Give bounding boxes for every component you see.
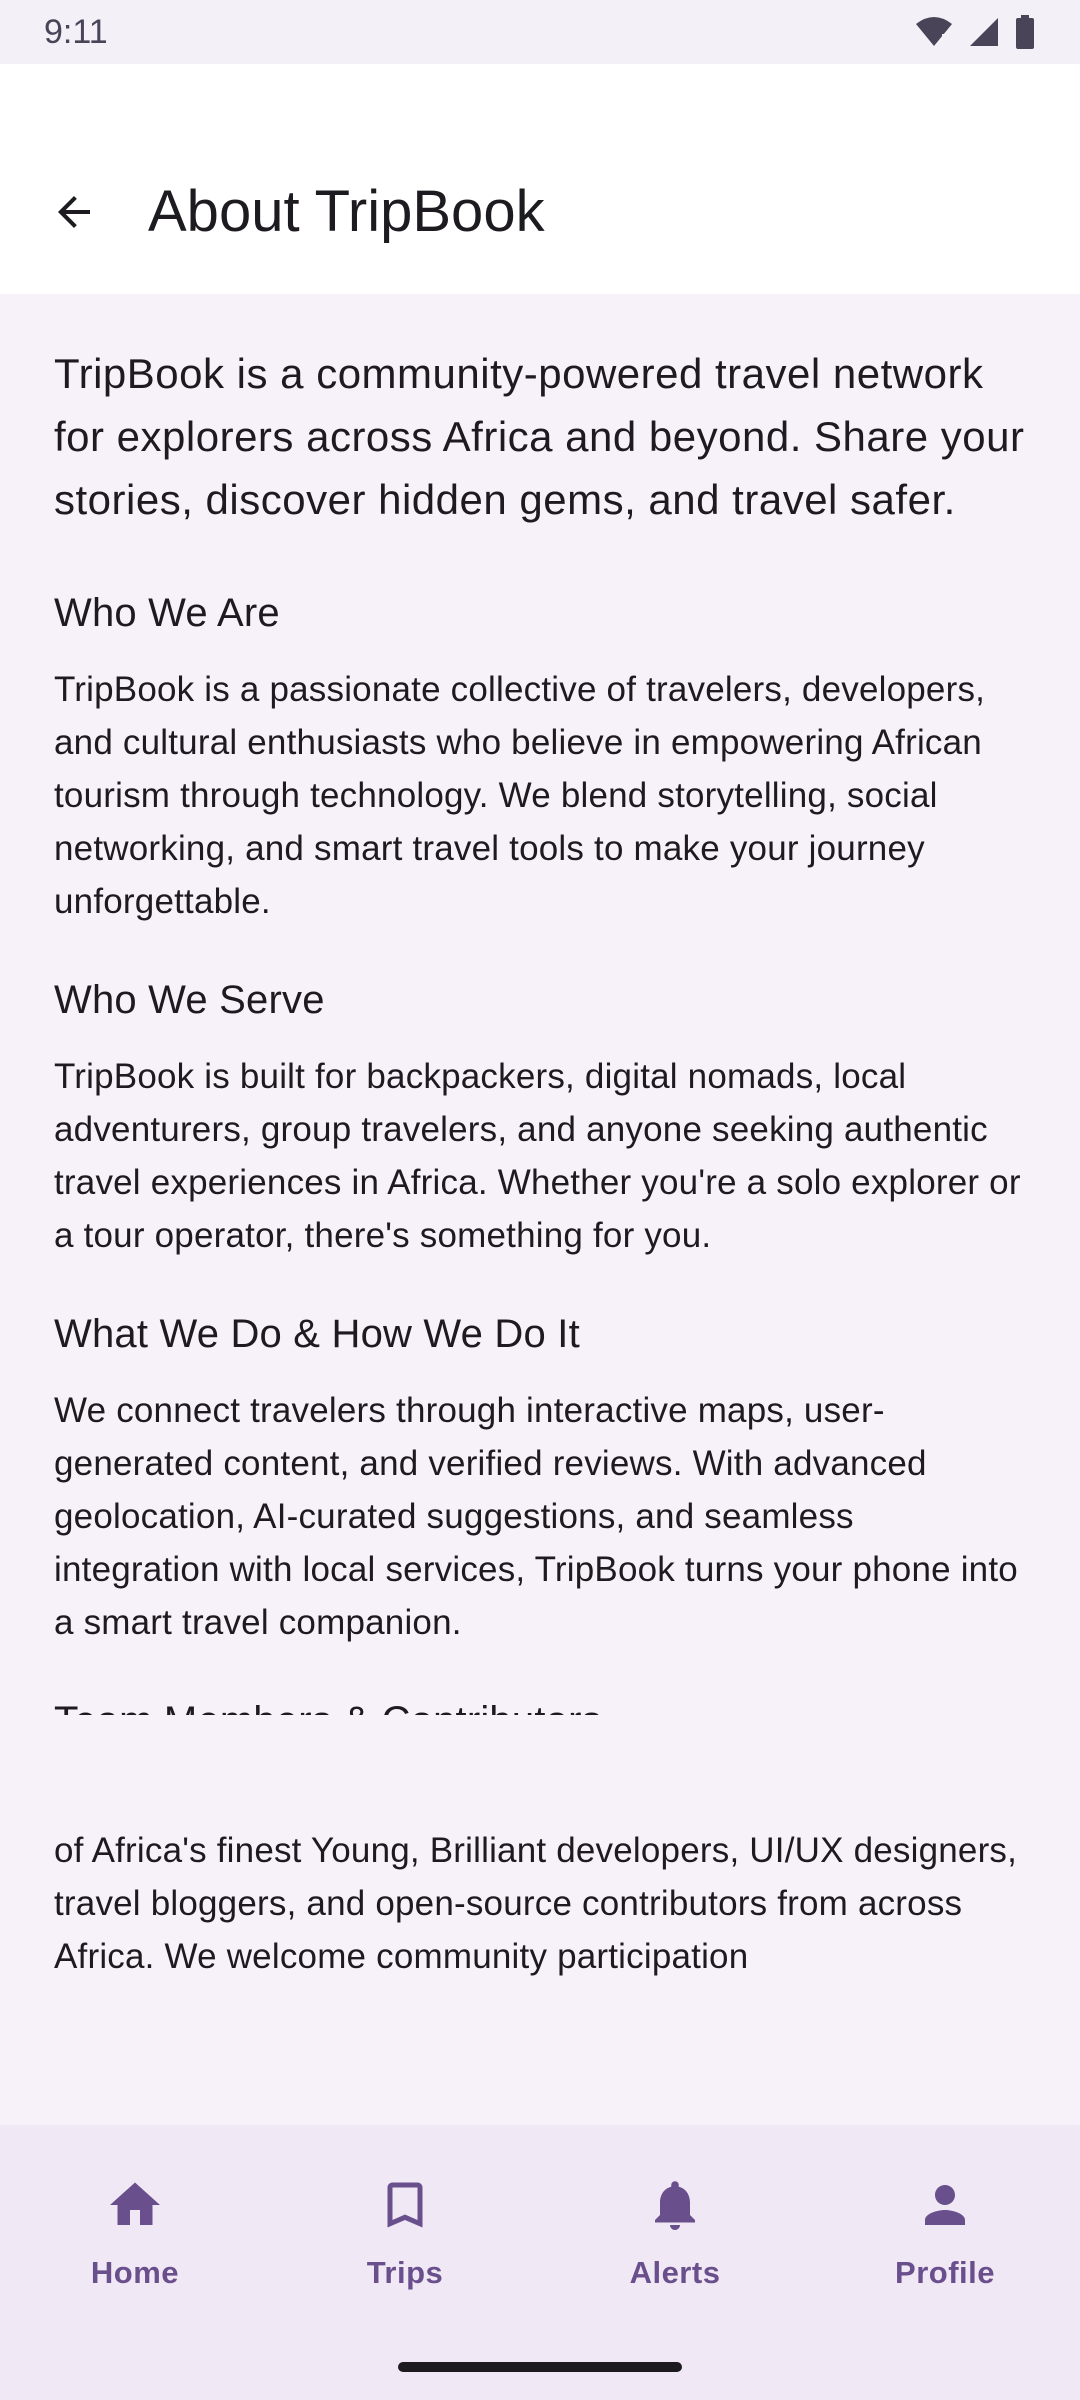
status-icons (914, 15, 1036, 49)
section-title: Who We Are (54, 591, 280, 635)
nav-item-profile[interactable]: Profile (810, 2125, 1080, 2400)
signal-icon (970, 18, 998, 46)
home-indicator[interactable] (398, 2362, 682, 2372)
bottom-navigation: Home Trips Alerts Profile (0, 2125, 1080, 2400)
arrow-back-icon (58, 196, 90, 228)
nav-label: Trips (366, 2255, 444, 2290)
nav-item-trips[interactable]: Trips (270, 2125, 540, 2400)
section-who-we-are: Who We Are TripBook is a passionate coll… (54, 585, 1026, 928)
back-button[interactable] (36, 174, 112, 250)
section-body: TripBook is built for backpackers, digit… (54, 1057, 1021, 1255)
section-title: What We Do & How We Do It (54, 1312, 580, 1356)
status-bar: 9:11 (0, 0, 1080, 64)
intro-text: TripBook is a community-powered travel n… (54, 350, 1025, 523)
content-bottom-spacer (0, 1715, 1080, 1825)
bell-icon (643, 2173, 707, 2237)
status-time: 9:11 (44, 12, 108, 51)
section-body: TripBook is a passionate collective of t… (54, 670, 986, 921)
nav-label: Home (90, 2255, 180, 2290)
battery-icon (1016, 15, 1034, 49)
nav-item-alerts[interactable]: Alerts (540, 2125, 810, 2400)
nav-label: Profile (895, 2255, 995, 2290)
nav-item-home[interactable]: Home (0, 2125, 270, 2400)
top-app-bar: About TripBook (0, 64, 1080, 294)
wifi-icon (916, 17, 952, 46)
section-who-we-serve: Who We Serve TripBook is built for backp… (54, 972, 1026, 1262)
home-icon (103, 2173, 167, 2237)
nav-label: Alerts (629, 2255, 721, 2290)
bookmark-icon (373, 2173, 437, 2237)
section-title: Who We Serve (54, 978, 325, 1022)
section-body: We connect travelers through interactive… (54, 1391, 1018, 1642)
section-what-we-do: What We Do & How We Do It We connect tra… (54, 1306, 1026, 1649)
page-title: About TripBook (148, 179, 545, 244)
person-icon (913, 2173, 977, 2237)
